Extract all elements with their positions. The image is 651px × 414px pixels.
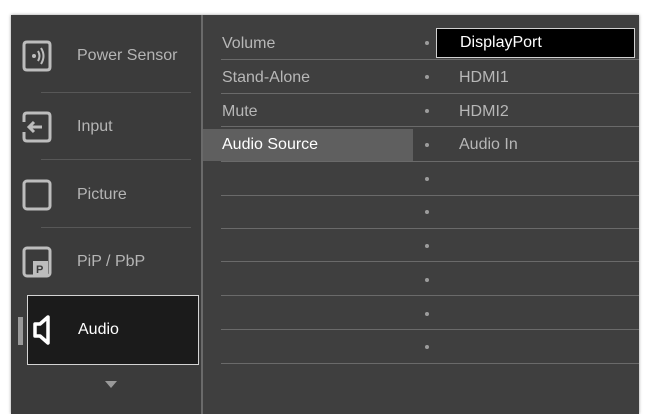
main-menu-item-label: PiP / PbP [77, 253, 146, 270]
bullet-dot [425, 312, 429, 316]
power-sensor-icon [21, 39, 53, 73]
row-divider [221, 295, 639, 296]
submenu-panel: Volume Stand-Alone Mute Audio Source Dis… [203, 15, 639, 414]
option-label: DisplayPort [460, 34, 542, 51]
row-divider [221, 195, 639, 196]
bullet-dot [425, 109, 429, 113]
option-hdmi2[interactable]: HDMI2 [431, 96, 639, 128]
row-divider [221, 161, 639, 162]
main-menu-item-input[interactable]: Input [11, 94, 201, 160]
picture-icon [21, 178, 53, 212]
menu-divider [41, 92, 191, 93]
submenu-item-volume[interactable]: Volume [213, 28, 413, 60]
bullet-dot [425, 143, 429, 147]
option-displayport[interactable]: DisplayPort [436, 28, 635, 58]
main-menu-item-audio[interactable]: Audio [27, 295, 199, 365]
main-menu-item-label: Input [77, 118, 113, 135]
submenu-item-stand-alone[interactable]: Stand-Alone [213, 62, 413, 94]
svg-text:P: P [36, 264, 43, 276]
main-menu-item-picture[interactable]: Picture [11, 162, 201, 228]
option-audio-in[interactable]: Audio In [431, 129, 639, 161]
submenu-item-audio-source[interactable]: Audio Source [203, 129, 413, 161]
row-divider [221, 59, 639, 60]
submenu-item-label: Stand-Alone [222, 69, 311, 86]
option-hdmi1[interactable]: HDMI1 [431, 62, 639, 94]
row-divider [221, 261, 639, 262]
main-menu-item-label: Audio [78, 321, 119, 338]
bullet-dot [425, 75, 429, 79]
bullet-dot [425, 345, 429, 349]
row-divider [221, 329, 639, 330]
bullet-dot [425, 41, 429, 45]
menu-divider [41, 227, 191, 228]
pip-pbp-icon: P [21, 245, 53, 279]
main-menu-item-power-sensor[interactable]: Power Sensor [11, 23, 201, 89]
bullet-dot [425, 210, 429, 214]
submenu-item-label: Mute [222, 103, 258, 120]
menu-divider [41, 159, 191, 160]
option-label: HDMI1 [459, 69, 509, 86]
row-divider [221, 228, 639, 229]
row-divider [221, 363, 639, 364]
option-label: HDMI2 [459, 103, 509, 120]
osd-menu: Power Sensor Input Picture P PiP / PbP A… [11, 15, 639, 414]
main-menu-item-label: Picture [77, 186, 127, 203]
option-label: Audio In [459, 136, 518, 153]
bullet-dot [425, 278, 429, 282]
submenu-item-mute[interactable]: Mute [213, 96, 413, 128]
bullet-dot [425, 177, 429, 181]
selection-marker [18, 317, 23, 345]
main-menu: Power Sensor Input Picture P PiP / PbP A… [11, 15, 201, 414]
submenu-item-label: Volume [222, 35, 276, 52]
main-menu-item-pip-pbp[interactable]: P PiP / PbP [11, 229, 201, 295]
input-icon [21, 110, 53, 144]
main-menu-item-label: Power Sensor [77, 47, 178, 64]
audio-speaker-icon [30, 313, 62, 347]
submenu-item-label: Audio Source [222, 136, 319, 153]
bullet-dot [425, 244, 429, 248]
chevron-down-icon[interactable] [105, 381, 117, 388]
